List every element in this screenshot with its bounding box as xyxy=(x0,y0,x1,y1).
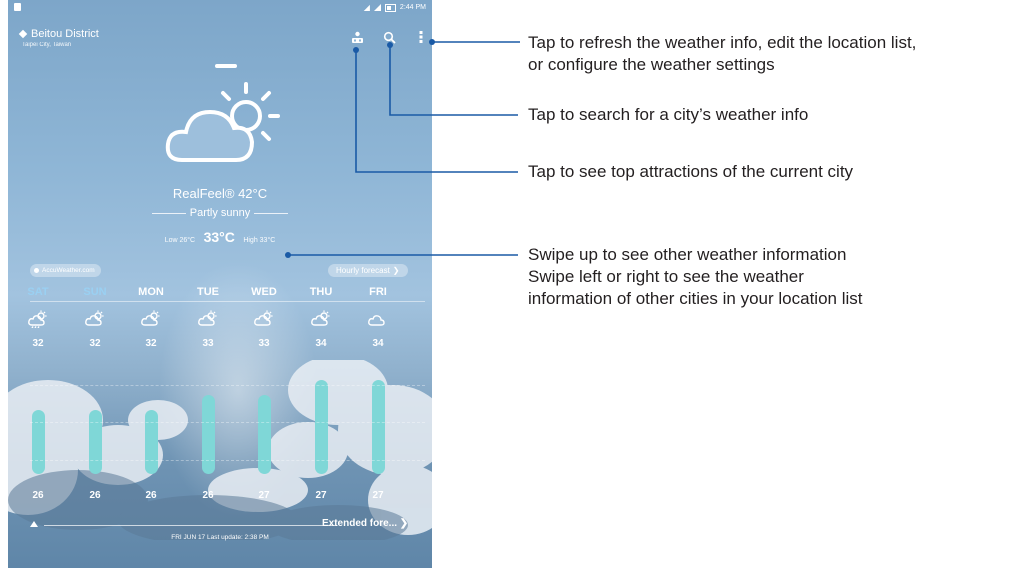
callout-leaders xyxy=(285,39,520,258)
leader-dot xyxy=(387,42,393,48)
leader-line-attractions xyxy=(355,50,518,173)
leader-dot xyxy=(429,39,435,45)
callout-search: Tap to search for a city’s weather info xyxy=(528,105,809,124)
callout-swipe: Swipe up to see other weather informatio… xyxy=(528,245,863,308)
callout-attractions: Tap to see top attractions of the curren… xyxy=(528,162,854,181)
callout-menu: Tap to refresh the weather info, edit th… xyxy=(528,33,917,74)
leader-dot xyxy=(285,252,291,258)
leader-dot xyxy=(353,47,359,53)
leader-line-search xyxy=(389,45,518,116)
